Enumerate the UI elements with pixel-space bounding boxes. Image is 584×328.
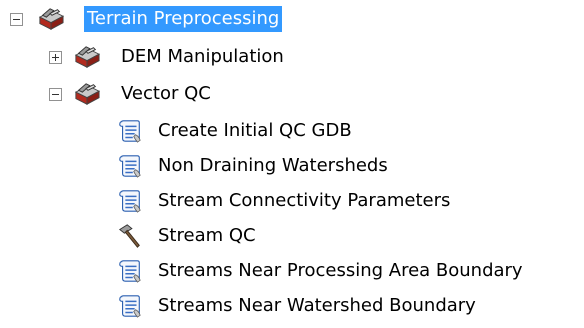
script-icon (119, 120, 141, 143)
tree-node-label[interactable]: Vector QC (118, 81, 214, 107)
toolbox-icon (75, 46, 100, 68)
toolbox-icon (75, 83, 100, 105)
script-icon (119, 155, 141, 178)
hammer-icon (119, 224, 140, 248)
tree-node-label[interactable]: Streams Near Processing Area Boundary (155, 258, 526, 284)
script-icon (119, 260, 141, 283)
toolbox-tree: Terrain Preprocessing DEM Manipulation V… (0, 0, 584, 328)
tool-stream-connectivity-parameters[interactable]: Stream Connectivity Parameters (0, 186, 584, 216)
tool-streams-near-watershed-boundary[interactable]: Streams Near Watershed Boundary (0, 291, 584, 321)
tool-non-draining-watersheds[interactable]: Non Draining Watersheds (0, 151, 584, 181)
tree-node-label[interactable]: Non Draining Watersheds (155, 153, 391, 179)
tree-node-label[interactable]: Stream QC (155, 223, 259, 249)
tool-stream-qc[interactable]: Stream QC (0, 221, 584, 251)
tree-node-label[interactable]: Terrain Preprocessing (84, 6, 283, 32)
collapse-toggle-terrain-preprocessing[interactable] (10, 13, 23, 26)
script-icon (119, 190, 141, 213)
tree-node-dem-manipulation[interactable]: DEM Manipulation (0, 42, 584, 72)
tool-streams-near-processing-area-boundary[interactable]: Streams Near Processing Area Boundary (0, 256, 584, 286)
tree-node-label[interactable]: Create Initial QC GDB (155, 118, 355, 144)
tool-create-initial-qc-gdb[interactable]: Create Initial QC GDB (0, 116, 584, 146)
tree-node-terrain-preprocessing[interactable]: Terrain Preprocessing (0, 4, 584, 34)
tree-node-label[interactable]: DEM Manipulation (118, 44, 287, 70)
tree-node-label[interactable]: Stream Connectivity Parameters (155, 188, 453, 214)
tree-node-vector-qc[interactable]: Vector QC (0, 79, 584, 109)
tree-node-label[interactable]: Streams Near Watershed Boundary (155, 293, 479, 319)
script-icon (119, 295, 141, 318)
expand-toggle-dem-manipulation[interactable] (49, 51, 62, 64)
toolbox-icon (39, 8, 64, 30)
collapse-toggle-vector-qc[interactable] (49, 88, 62, 101)
